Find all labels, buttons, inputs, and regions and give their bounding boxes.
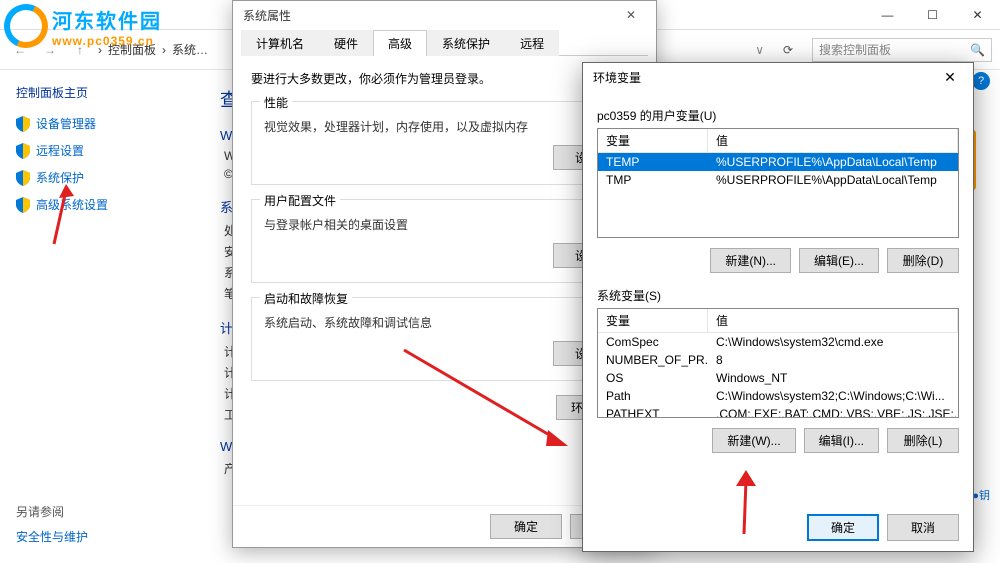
shield-icon [16,170,30,186]
cancel-button[interactable]: 取消 [887,514,959,541]
breadcrumb: › [98,43,102,57]
security-maintenance-link[interactable]: 安全性与维护 [16,528,88,545]
user-new-button[interactable]: 新建(N)... [710,248,791,273]
sidebar-item-remote[interactable]: 远程设置 [16,142,184,159]
forward-icon[interactable]: → [38,38,62,62]
shield-icon [16,197,30,213]
search-input[interactable]: 搜索控制面板 🔍 [812,38,992,62]
tab-remote[interactable]: 远程 [505,30,559,56]
tab-computer-name[interactable]: 计算机名 [241,30,319,56]
minimize-button[interactable]: — [865,0,910,30]
shield-icon [16,116,30,132]
sidebar: 控制面板主页 设备管理器 远程设置 系统保护 高级系统设置 另请参阅 安全性与维… [0,70,200,563]
tab-bar: 计算机名 硬件 高级 系统保护 远程 [241,29,648,56]
search-icon: 🔍 [970,43,985,57]
back-icon[interactable]: ← [8,38,32,62]
tab-advanced[interactable]: 高级 [373,30,427,56]
table-row[interactable]: PathC:\Windows\system32;C:\Windows;C:\Wi… [598,387,958,405]
ok-button[interactable]: 确定 [490,514,562,539]
startup-group: 启动和故障恢复 系统启动、系统故障和调试信息 设置( [251,297,638,381]
list-header: 变量值 [598,129,958,153]
refresh-icon[interactable]: ⟳ [776,38,800,62]
profile-group: 用户配置文件 与登录帐户相关的桌面设置 设置( [251,199,638,283]
dialog-titlebar: 系统属性 ✕ [233,1,656,29]
sidebar-item-devmgr[interactable]: 设备管理器 [16,115,184,132]
shield-icon [16,143,30,159]
sidebar-item-sysprot[interactable]: 系统保护 [16,169,184,186]
breadcrumb-item[interactable]: 系统… [172,41,208,58]
env-vars-dialog: 环境变量 ✕ pc0359 的用户变量(U) 变量值 TEMP%USERPROF… [582,62,974,552]
table-row[interactable]: ComSpecC:\Windows\system32\cmd.exe [598,333,958,351]
table-row[interactable]: PATHEXT.COM;.EXE;.BAT;.CMD;.VBS;.VBE;.JS… [598,405,958,418]
user-vars-label: pc0359 的用户变量(U) [597,107,959,124]
maximize-button[interactable]: ☐ [910,0,955,30]
sidebar-item-adv[interactable]: 高级系统设置 [16,196,184,213]
sys-new-button[interactable]: 新建(W)... [712,428,795,453]
sys-edit-button[interactable]: 编辑(I)... [804,428,879,453]
close-icon[interactable]: ✕ [937,69,963,86]
performance-group: 性能 视觉效果，处理器计划，内存使用，以及虚拟内存 设置( [251,101,638,185]
sys-vars-list[interactable]: 变量值 ComSpecC:\Windows\system32\cmd.exeNU… [597,308,959,418]
close-icon[interactable]: ✕ [616,8,646,22]
tab-sysprot[interactable]: 系统保护 [427,30,505,56]
ok-button[interactable]: 确定 [807,514,879,541]
table-row[interactable]: TMP%USERPROFILE%\AppData\Local\Temp [598,171,958,189]
breadcrumb-item[interactable]: 控制面板 [108,41,156,58]
dialog-title: 系统属性 [243,7,291,24]
table-row[interactable]: TEMP%USERPROFILE%\AppData\Local\Temp [598,153,958,171]
dialog-titlebar: 环境变量 ✕ [583,63,973,91]
table-row[interactable]: NUMBER_OF_PR...8 [598,351,958,369]
dialog-title: 环境变量 [593,69,641,86]
see-also-label: 另请参阅 [16,503,88,520]
list-header: 变量值 [598,309,958,333]
table-row[interactable]: OSWindows_NT [598,369,958,387]
user-vars-list[interactable]: 变量值 TEMP%USERPROFILE%\AppData\Local\Temp… [597,128,959,238]
user-delete-button[interactable]: 删除(D) [887,248,959,273]
user-edit-button[interactable]: 编辑(E)... [799,248,879,273]
admin-note: 要进行大多数更改，你必须作为管理员登录。 [251,70,638,87]
close-button[interactable]: ✕ [955,0,1000,30]
up-icon[interactable]: ↑ [68,38,92,62]
sidebar-title[interactable]: 控制面板主页 [16,84,184,101]
activation-link[interactable]: ●钥 [972,487,990,503]
search-placeholder: 搜索控制面板 [819,41,891,58]
breadcrumb-sep: › [162,43,166,57]
help-icon[interactable]: ? [972,72,990,90]
tab-hardware[interactable]: 硬件 [319,30,373,56]
sys-delete-button[interactable]: 删除(L) [887,428,959,453]
sys-vars-label: 系统变量(S) [597,287,959,304]
